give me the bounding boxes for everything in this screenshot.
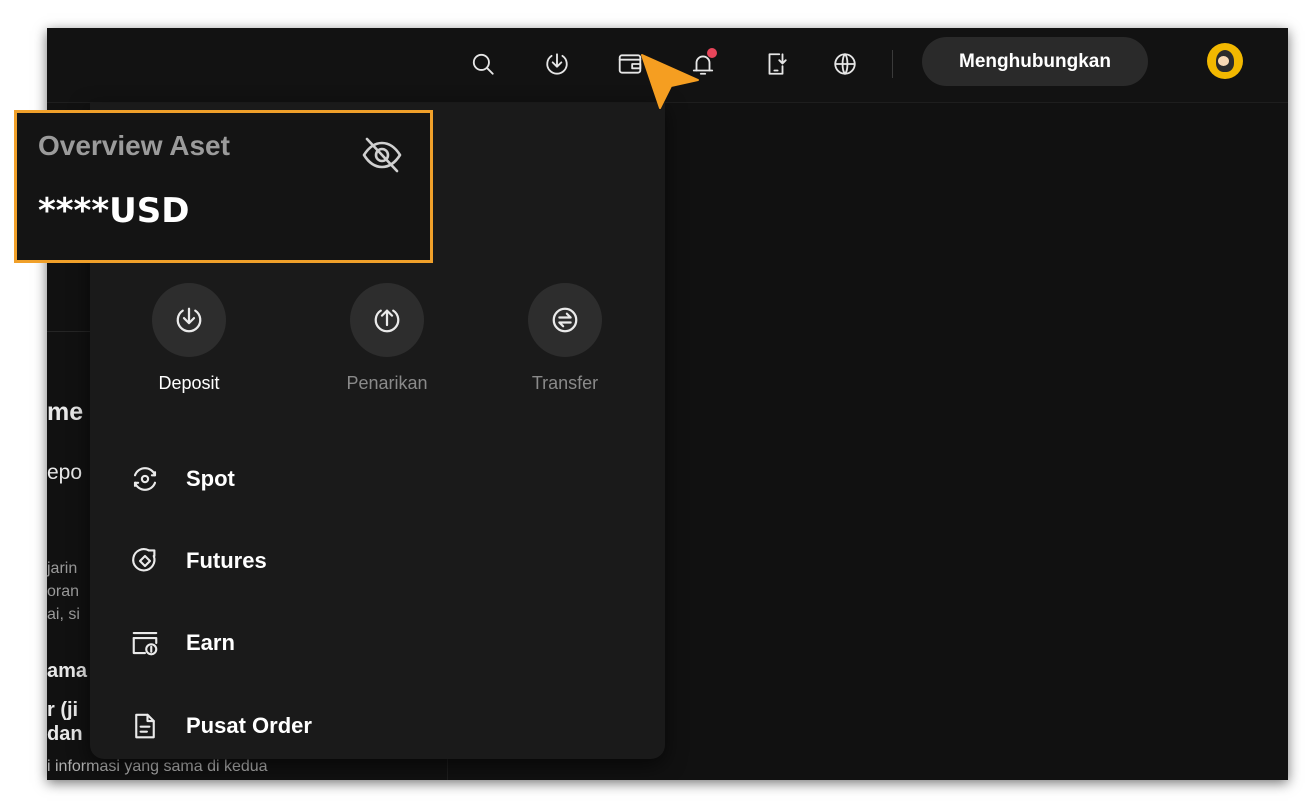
transfer-action[interactable]: Transfer	[490, 283, 640, 394]
transfer-action-button[interactable]	[528, 283, 602, 357]
background-heading-fragment: me	[47, 398, 84, 426]
earn-icon	[132, 631, 158, 656]
menu-label-earn: Earn	[186, 630, 235, 655]
search-icon[interactable]	[465, 46, 501, 82]
transfer-icon	[552, 307, 578, 333]
menu-label-spot: Spot	[186, 466, 235, 491]
withdraw-icon	[374, 309, 400, 333]
document-icon	[135, 713, 155, 739]
asset-overview-title: Overview Aset	[38, 130, 230, 161]
withdraw-action[interactable]: Penarikan	[312, 283, 462, 394]
download-icon[interactable]	[539, 46, 575, 82]
pointer-cursor-icon	[640, 53, 702, 111]
withdraw-label: Penarikan	[346, 373, 428, 393]
menu-item-futures[interactable]: Futures	[130, 541, 267, 581]
background-small-line: ai, si	[47, 606, 80, 623]
spot-icon	[133, 467, 157, 491]
deposit-icon	[176, 307, 202, 333]
deposit-action-button[interactable]	[152, 283, 226, 357]
deposit-label: Deposit	[158, 373, 220, 393]
connect-button[interactable]: Menghubungkan	[922, 37, 1148, 86]
asset-overview-panel: Overview Aset ****USD	[14, 110, 433, 263]
background-bottom-line: i informasi yang sama di kedua	[47, 758, 268, 775]
background-small-line: jarin	[47, 560, 78, 577]
futures-icon	[132, 548, 156, 572]
background-small-line: oran	[47, 583, 80, 600]
notification-dot	[707, 48, 717, 58]
background-bold-line: r (ji	[47, 699, 79, 721]
mobile-download-icon[interactable]	[758, 46, 794, 82]
avatar-face	[1218, 56, 1229, 66]
menu-item-spot[interactable]: Spot	[130, 459, 235, 499]
avatar[interactable]	[1207, 43, 1243, 79]
background-bold-line: dan	[47, 723, 83, 745]
globe-icon[interactable]	[827, 46, 863, 82]
transfer-label: Transfer	[531, 373, 599, 393]
eye-off-icon[interactable]	[359, 135, 405, 175]
menu-item-earn[interactable]: Earn	[130, 623, 235, 663]
menu-label-order-center: Pusat Order	[186, 713, 312, 738]
menu-label-futures: Futures	[186, 548, 267, 573]
menu-item-order-center[interactable]: Pusat Order	[130, 706, 312, 746]
toolbar-divider	[892, 50, 893, 78]
background-text-fragment: epo	[47, 461, 83, 484]
withdraw-action-button[interactable]	[350, 283, 424, 357]
deposit-action[interactable]: Deposit	[114, 283, 264, 394]
background-bold-line: ama	[47, 660, 88, 682]
asset-balance-value: ****USD	[38, 191, 190, 231]
